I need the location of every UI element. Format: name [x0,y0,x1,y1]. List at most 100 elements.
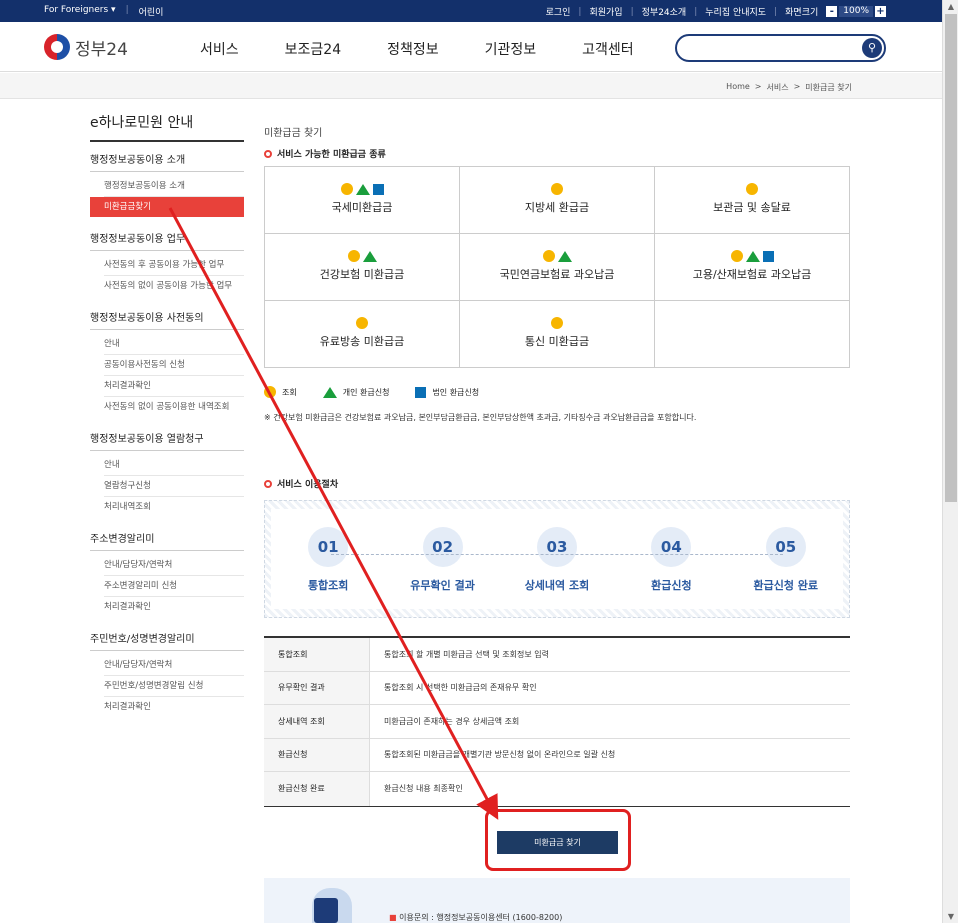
side-menu-title: e하나로민원 안내 [90,112,244,142]
zoom-in-button[interactable]: + [875,6,886,17]
side-menu-item[interactable]: 처리결과확인 [104,697,244,717]
kids-link[interactable]: 어린이 [139,5,164,18]
side-menu-group[interactable]: 행정정보공동이용 업무 [90,221,244,251]
refund-type-grid: 국세미환급금 지방세 환급금 보관금 및 송달료 건강보험 미환급금 국민연금보험료 과… [264,166,850,368]
scrollbar[interactable]: ▲ ▼ [942,0,958,923]
corporate-square-icon [415,386,427,398]
cell-icons [460,317,654,329]
side-menu-item[interactable]: 열람청구신청 [104,476,244,497]
refund-type-cell: 고용/산재보험료 과오납금 [655,234,850,301]
side-menu-item[interactable]: 안내/담당자/연락처 [104,555,244,576]
side-menu-group[interactable]: 행정정보공동이용 사전동의 [90,300,244,330]
step-number: 01 [308,527,349,567]
inquiry-dot-icon [347,250,360,262]
nav-item-3[interactable]: 기관정보 [485,39,537,59]
site-header: 정부24 서비스 보조금24 정책정보 기관정보 고객센터 ⚲ [0,22,942,72]
scroll-down-icon[interactable]: ▼ [946,912,956,921]
refund-type-cell: 통신 미환급금 [460,301,655,368]
intro-link[interactable]: 정부24소개 [642,5,687,18]
login-link[interactable]: 로그인 [546,5,571,18]
inquiry-dot-icon [542,250,555,262]
side-menu-item[interactable]: 행정정보공동이용 소개 [104,176,244,197]
side-menu-group[interactable]: 주소변경알리미 [90,521,244,551]
side-menu-item[interactable]: 처리내역조회 [104,497,244,517]
join-link[interactable]: 회원가입 [589,5,622,18]
personal-triangle-icon [745,250,760,262]
step-number: 04 [651,527,692,567]
process-step: 03 상세내역 조회 [512,527,602,593]
cell-icons [460,183,654,195]
side-menu-group[interactable]: 행정정보공동이용 열람청구 [90,421,244,451]
table-row: 상세내역 조회 미환급금이 존재하는 경우 상세금액 조회 [264,705,850,739]
personal-triangle-icon [362,250,377,262]
step-number: 02 [422,527,463,567]
nav-item-1[interactable]: 보조금24 [285,39,341,59]
breadcrumb: Home > 서비스 > 미환급금 찾기 [726,82,852,93]
refund-type-cell: 유료방송 미환급금 [265,301,460,368]
breadcrumb-service[interactable]: 서비스 [767,82,789,93]
side-menu-sublist: 안내/담당자/연락처 주민번호/성명변경알림 신청 처리결과확인 [90,651,244,721]
side-menu-item[interactable]: 안내/담당자/연락처 [104,655,244,676]
side-menu-sublist: 안내 공동이용사전동의 신청 처리결과확인 사전동의 없이 공동이용한 내역조회 [90,330,244,421]
step-label: 상세내역 조회 [524,579,590,592]
nav-item-4[interactable]: 고객센터 [582,39,634,59]
contact-info-box: ■ 이용문의 : 행정정보공동이용센터 (1600-8200) [264,878,850,923]
step-number: 05 [765,527,806,567]
process-steps: 01 통합조회 02 유무확인 결과 03 상세내역 조회 04 환급신청 05 환급신청 완료 [264,500,850,618]
refund-type-name: 통신 미환급금 [524,335,590,348]
inquiry-dot-icon [340,183,353,195]
personal-triangle-icon [355,183,370,195]
table-key: 환급신청 [264,738,370,771]
taegeuk-logo-icon [44,34,70,60]
refund-type-name: 고용/산재보험료 과오납금 [692,268,812,281]
side-menu-group[interactable]: 주민번호/성명변경알리미 [90,621,244,651]
side-menu-item[interactable]: 사전동의 없이 공동이용 가능한 업무 [104,276,244,296]
bullet-ring-icon [264,149,272,158]
scrollbar-thumb[interactable] [945,14,957,502]
cell-icons [265,317,459,329]
search-box[interactable]: ⚲ [675,34,886,62]
scroll-up-icon[interactable]: ▲ [946,2,956,11]
process-step: 01 통합조회 [283,527,373,593]
step-label: 환급신청 완료 [753,579,819,592]
highlight-box [485,809,631,871]
for-foreigners-link[interactable]: For Foreigners ▾ [44,5,116,18]
side-menu-group[interactable]: 행정정보공동이용 소개 [90,142,244,172]
side-menu-item[interactable]: 주민번호/성명변경알림 신청 [104,676,244,697]
nav-item-0[interactable]: 서비스 [200,39,239,59]
side-menu-item[interactable]: 안내 [104,334,244,355]
nav-item-2[interactable]: 정책정보 [387,39,439,59]
side-menu-item[interactable]: 안내 [104,455,244,476]
side-menu-item[interactable]: 공동이용사전동의 신청 [104,355,244,376]
refund-type-cell: 지방세 환급금 [460,167,655,234]
side-menu-item[interactable]: 주소변경알리미 신청 [104,576,244,597]
sitemap-link[interactable]: 누리집 안내지도 [705,5,766,18]
inquiry-dot-icon [730,250,743,262]
refund-type-name: 건강보험 미환급금 [319,268,405,281]
cell-icons [265,183,459,195]
side-menu-item[interactable]: 사전동의 없이 공동이용한 내역조회 [104,397,244,417]
inquiry-dot-icon [264,386,276,398]
side-menu-item[interactable]: 사전동의 후 공동이용 가능한 업무 [104,255,244,276]
side-menu-item[interactable]: 처리결과확인 [104,376,244,397]
process-table: 통합조회 통합조회 할 개별 미환급금 선택 및 조회정보 입력 유무확인 결과 통합… [264,636,850,807]
breadcrumb-home[interactable]: Home [726,82,750,93]
refund-type-name: 국세미환급금 [331,201,393,214]
top-utility-bar: For Foreigners ▾ | 어린이 로그인 | 회원가입 | 정부24소개… [0,0,942,22]
health-insurance-note: ※ 건강보험 미환급금은 건강보험료 과오납금, 본인부담금환급금, 본인부담상… [264,413,697,422]
site-logo[interactable]: 정부24 [44,34,128,60]
zoom-control: - 100% + [826,6,886,17]
process-step: 05 환급신청 완료 [741,527,831,593]
search-icon[interactable]: ⚲ [862,38,882,58]
cell-icons [655,317,849,329]
process-step: 02 유무확인 결과 [398,527,488,593]
inquiry-dot-icon [551,183,563,195]
side-menu-item[interactable]: 처리결과확인 [104,597,244,617]
side-menu-item[interactable]: 미환급금찾기 [90,197,244,217]
zoom-out-button[interactable]: - [826,6,838,17]
side-menu: e하나로민원 안내 행정정보공동이용 소개 행정정보공동이용 소개 미환급금찾기 행정… [90,112,244,721]
cell-icons [655,183,849,195]
side-menu-sublist: 사전동의 후 공동이용 가능한 업무 사전동의 없이 공동이용 가능한 업무 [90,251,244,300]
table-key: 통합조회 [264,638,370,671]
main-content: 미환급금 찾기 서비스 가능한 미환급금 종류 국세미환급금 지방세 환급금 보관금… [264,112,850,807]
